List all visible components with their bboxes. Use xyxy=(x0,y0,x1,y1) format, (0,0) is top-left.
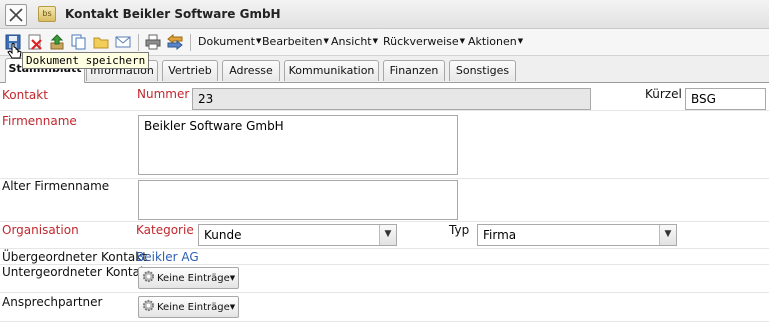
folder-icon[interactable] xyxy=(93,34,109,50)
organisation-label: Organisation xyxy=(2,223,79,237)
firmenname-textarea[interactable]: Beikler Software GmbH xyxy=(138,115,458,175)
menu-bearbeiten[interactable]: Bearbeiten▼ xyxy=(262,35,329,48)
caret-down-icon: ▼ xyxy=(255,37,262,45)
untergeordneter-kontakt-label: Untergeordneter Kontakt xyxy=(2,265,152,279)
save-tooltip: Dokument speichern xyxy=(22,52,150,69)
caret-down-icon: ▼ xyxy=(229,303,236,311)
title-bar: bs Kontakt Beikler Software GmbH xyxy=(0,0,769,29)
alter-firmenname-label: Alter Firmenname xyxy=(2,179,110,193)
menu-dokument[interactable]: Dokument▼ xyxy=(198,35,261,48)
close-icon xyxy=(9,8,23,22)
kontakt-label: Kontakt xyxy=(2,88,48,102)
menu-rueckverweise[interactable]: Rückverweise▼ xyxy=(383,35,465,48)
firmenname-label: Firmenname xyxy=(2,114,77,128)
kategorie-selected-value: Kunde xyxy=(204,228,242,242)
toolbar-separator xyxy=(138,34,139,51)
caret-down-icon: ▼ xyxy=(459,37,466,45)
row-divider xyxy=(0,292,769,293)
kuerzel-label: Kürzel xyxy=(645,87,682,101)
typ-label: Typ xyxy=(449,223,470,237)
menu-aktionen[interactable]: Aktionen▼ xyxy=(468,35,523,48)
parent-contact-link[interactable]: Beikler AG xyxy=(136,250,199,264)
copy-icon[interactable] xyxy=(71,34,87,50)
gear-icon xyxy=(142,299,155,312)
toolbar-separator xyxy=(190,34,191,51)
delete-document-icon[interactable] xyxy=(27,34,43,50)
ansprechpartner-entries-button[interactable]: Keine Einträge▼ xyxy=(138,296,240,318)
untergeordnet-entries-button[interactable]: Keine Einträge▼ xyxy=(138,267,240,289)
app-logo: bs xyxy=(38,6,56,22)
chevron-down-icon: ▼ xyxy=(659,225,676,245)
close-button[interactable] xyxy=(5,4,27,26)
caret-down-icon: ▼ xyxy=(517,37,524,45)
upload-icon[interactable] xyxy=(49,34,65,50)
ansprechpartner-label: Ansprechpartner xyxy=(2,295,103,309)
switch-arrows-icon[interactable] xyxy=(167,34,183,50)
row-divider xyxy=(0,178,769,179)
caret-down-icon: ▼ xyxy=(323,37,329,45)
caret-down-icon: ▼ xyxy=(229,274,236,282)
row-divider xyxy=(0,321,769,322)
alter-firmenname-textarea[interactable] xyxy=(138,180,458,220)
gear-icon xyxy=(142,270,155,283)
uebergeordneter-kontakt-label: Übergeordneter Kontakt xyxy=(2,250,147,264)
nummer-label: Nummer xyxy=(137,87,190,101)
tab-sonstiges[interactable]: Sonstiges xyxy=(449,60,516,81)
row-divider xyxy=(0,221,769,222)
tab-adresse[interactable]: Adresse xyxy=(222,60,280,81)
tab-kommunikation[interactable]: Kommunikation xyxy=(284,60,379,81)
chevron-down-icon: ▼ xyxy=(379,225,396,245)
menu-ansicht[interactable]: Ansicht▼ xyxy=(331,35,378,48)
hand-cursor-icon xyxy=(7,43,22,59)
tab-finanzen[interactable]: Finanzen xyxy=(383,60,445,81)
typ-select[interactable]: Firma ▼ xyxy=(477,224,677,246)
row-divider xyxy=(0,110,769,111)
kuerzel-input[interactable]: BSG xyxy=(685,88,766,110)
row-divider xyxy=(0,248,769,249)
print-icon[interactable] xyxy=(145,34,161,50)
typ-selected-value: Firma xyxy=(483,228,517,242)
kategorie-label: Kategorie xyxy=(136,223,194,237)
nummer-field: 23 xyxy=(192,88,591,110)
kategorie-select[interactable]: Kunde ▼ xyxy=(198,224,397,246)
mail-icon[interactable] xyxy=(115,34,131,50)
window-title: Kontakt Beikler Software GmbH xyxy=(65,7,281,21)
tab-vertrieb[interactable]: Vertrieb xyxy=(162,60,218,81)
caret-down-icon: ▼ xyxy=(372,37,379,45)
